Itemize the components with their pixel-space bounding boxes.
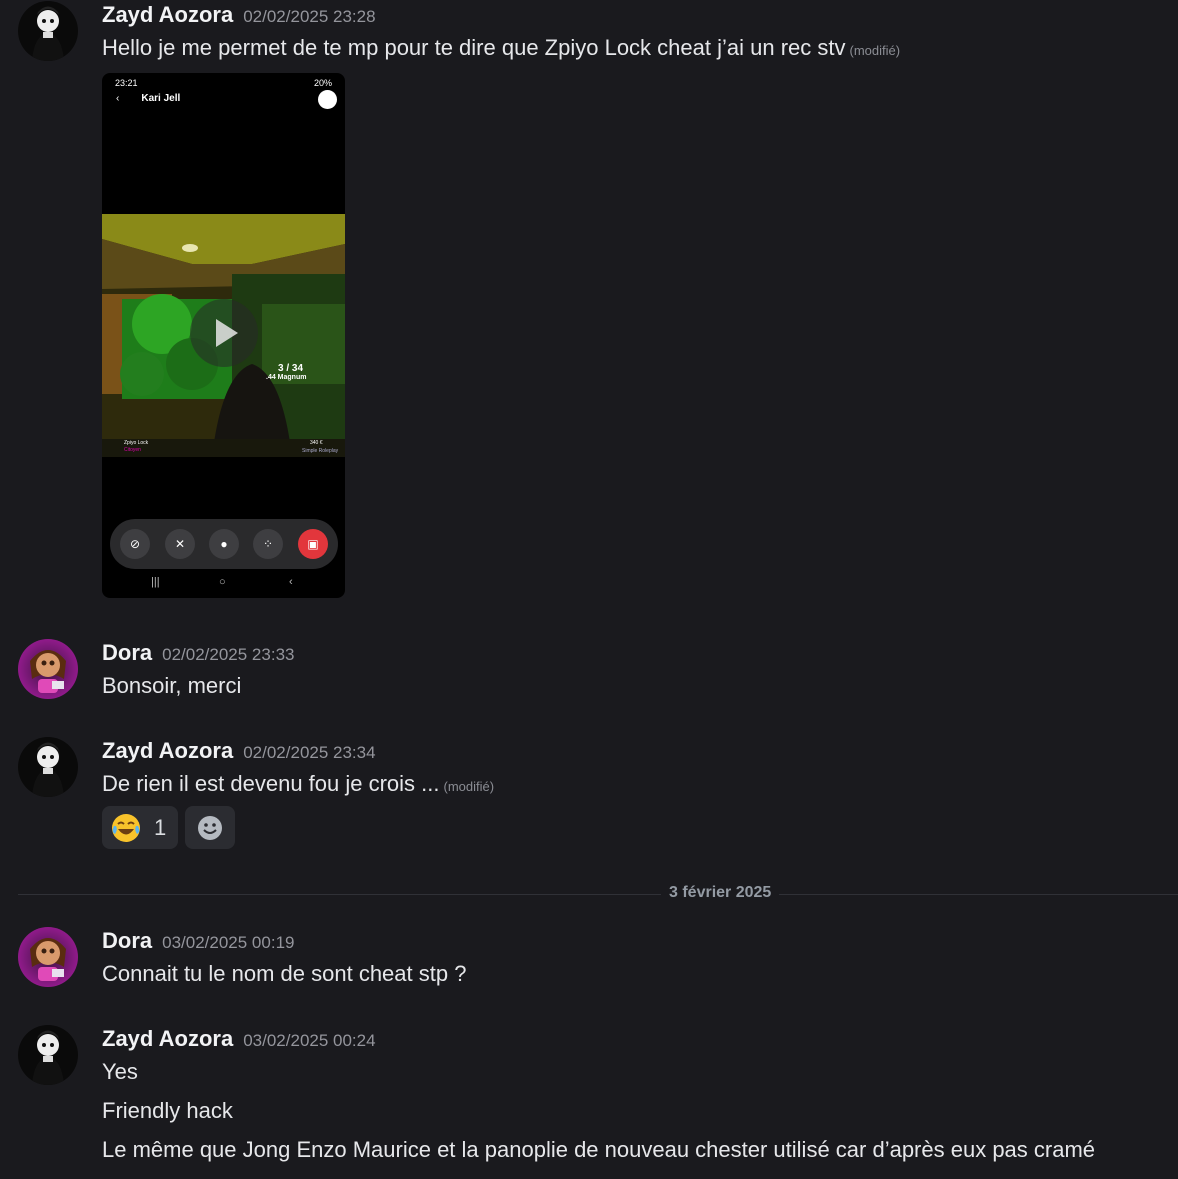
- hud-server: Simple Roleplay: [302, 448, 339, 454]
- message-header: Zayd Aozora 03/02/2025 00:24: [102, 1026, 376, 1052]
- edited-label: (modifié): [849, 43, 901, 58]
- timestamp: 03/02/2025 00:24: [243, 1031, 376, 1050]
- message-header: Zayd Aozora 02/02/2025 23:28: [102, 2, 376, 28]
- message-text: Hello je me permet de te mp pour te dire…: [102, 35, 900, 61]
- message-content: Friendly hack: [102, 1098, 233, 1123]
- date-divider-line: [18, 894, 1178, 895]
- hud-player-name: Zpiyo Lock: [124, 440, 149, 446]
- message-header: Zayd Aozora 02/02/2025 23:34: [102, 738, 376, 764]
- joy-emoji-icon: [112, 814, 140, 842]
- user-avatar[interactable]: [18, 1025, 78, 1085]
- timestamp: 02/02/2025 23:34: [243, 743, 376, 762]
- message-content: Le même que Jong Enzo Maurice et la pano…: [102, 1137, 1096, 1162]
- timestamp: 02/02/2025 23:33: [162, 645, 295, 664]
- dora-avatar: [18, 927, 78, 987]
- author-name[interactable]: Dora: [102, 640, 152, 665]
- user-avatar[interactable]: [18, 639, 78, 699]
- hud-money: 340 €: [310, 440, 323, 446]
- status-battery: 20%: [313, 78, 332, 88]
- message-content: De rien il est devenu fou je crois ...: [102, 771, 440, 796]
- date-divider: 3 février 2025: [661, 884, 780, 902]
- author-name[interactable]: Zayd Aozora: [102, 738, 233, 763]
- dora-avatar: [18, 639, 78, 699]
- home-icon: ○: [219, 576, 226, 588]
- zayd-avatar: [18, 1025, 78, 1085]
- back-icon: ‹: [289, 576, 293, 588]
- video-attachment[interactable]: 23:21 20% ‹ Kari Jell 3 / 34 .44 Magnum Z…: [102, 73, 345, 598]
- android-navbar: ||| ○ ‹: [102, 576, 345, 592]
- author-name[interactable]: Dora: [102, 928, 152, 953]
- user-avatar[interactable]: [18, 737, 78, 797]
- back-arrow-icon: ‹: [116, 93, 120, 104]
- reaction-joy[interactable]: 1: [102, 806, 178, 849]
- camera-off-icon: ⊘: [120, 529, 150, 559]
- message-header: Dora 02/02/2025 23:33: [102, 640, 294, 666]
- user-avatar[interactable]: [18, 927, 78, 987]
- message-content: Connait tu le nom de sont cheat stp ?: [102, 961, 467, 986]
- reaction-count: 1: [154, 815, 167, 840]
- call-header: ‹ Kari Jell: [116, 93, 180, 104]
- user-avatar[interactable]: [18, 1, 78, 61]
- weapon-name: .44 Magnum: [266, 374, 307, 381]
- timestamp: 02/02/2025 23:28: [243, 7, 376, 26]
- speaker-icon: [318, 90, 337, 109]
- play-button[interactable]: [190, 299, 258, 367]
- add-reaction-icon: [198, 816, 222, 840]
- zayd-avatar: [18, 1, 78, 61]
- edited-label: (modifié): [443, 779, 495, 794]
- recents-icon: |||: [151, 576, 160, 588]
- message-content: Hello je me permet de te mp pour te dire…: [102, 35, 846, 60]
- message-text: De rien il est devenu fou je crois ... (m…: [102, 771, 494, 797]
- hud-job: Citoyen: [124, 447, 141, 453]
- call-controls: ⊘ ✕ ● ⁘ ▣: [110, 519, 338, 569]
- zayd-avatar: [18, 737, 78, 797]
- status-time: 23:21: [115, 78, 138, 88]
- author-name[interactable]: Zayd Aozora: [102, 1026, 233, 1051]
- caller-name: Kari Jell: [141, 93, 181, 104]
- message-content: Bonsoir, merci: [102, 673, 242, 698]
- message-header: Dora 03/02/2025 00:19: [102, 928, 294, 954]
- message-content: Yes: [102, 1059, 138, 1084]
- chat-icon: ●: [209, 529, 239, 559]
- apps-icon: ⁘: [253, 529, 283, 559]
- mic-off-icon: ✕: [165, 529, 195, 559]
- add-reaction-button[interactable]: [185, 806, 235, 849]
- author-name[interactable]: Zayd Aozora: [102, 2, 233, 27]
- end-call-icon: ▣: [298, 529, 328, 559]
- ammo-counter: 3 / 34: [278, 363, 304, 374]
- timestamp: 03/02/2025 00:19: [162, 933, 295, 952]
